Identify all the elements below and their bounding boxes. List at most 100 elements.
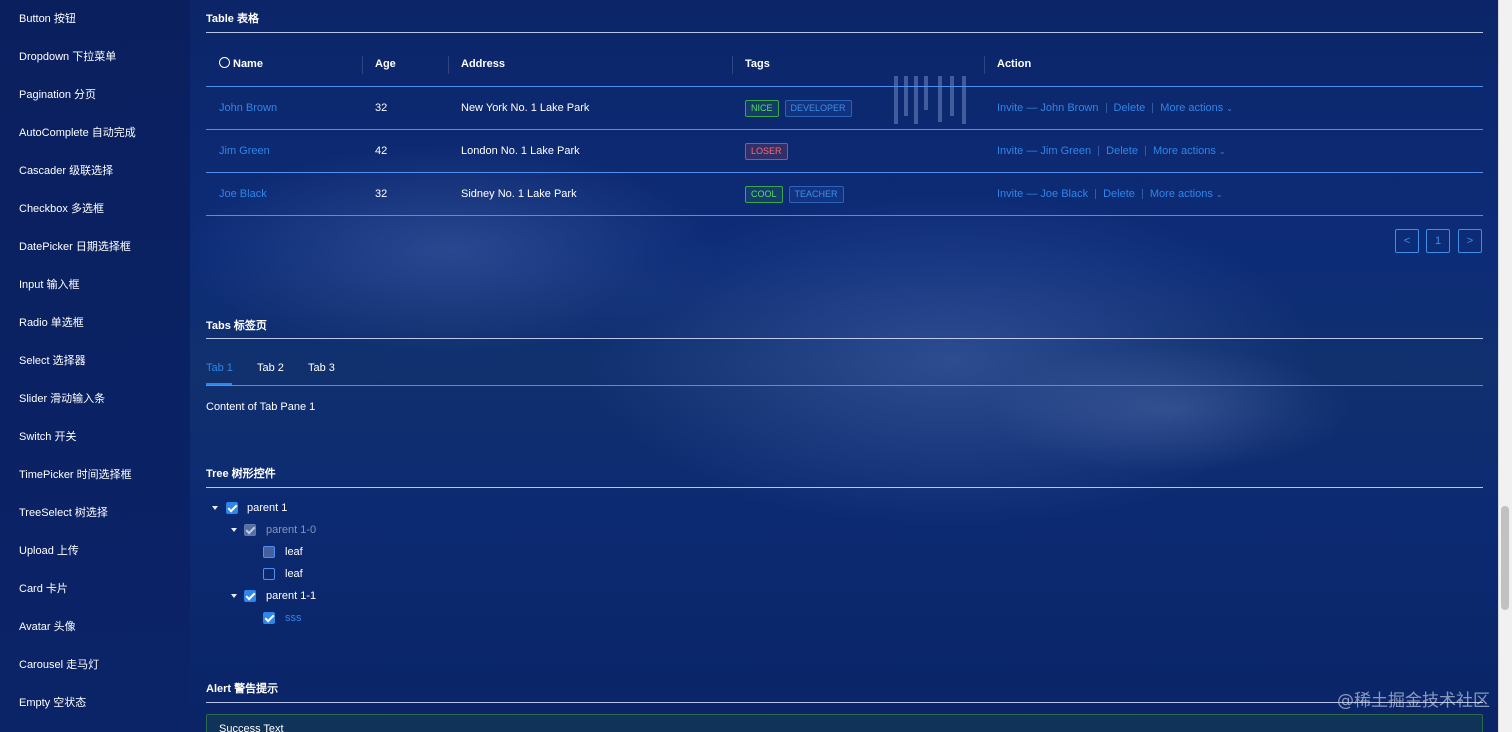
delete-link[interactable]: Delete — [1114, 102, 1146, 114]
pagination-page-1[interactable]: 1 — [1426, 229, 1450, 253]
chevron-down-icon: ⌄ — [1218, 147, 1226, 156]
row-name-link[interactable]: Joe Black — [219, 173, 267, 216]
tree-node-parent-1[interactable]: parent 1 — [212, 498, 352, 518]
tree-node-leaf[interactable]: leaf — [263, 564, 363, 584]
tree-node-parent-1-1[interactable]: parent 1-1 — [231, 586, 371, 606]
alert-section-divider — [206, 702, 1483, 703]
tag-teacher: TEACHER — [788, 185, 844, 203]
main-content: Table 表格 Name Age Address Tags Action Jo… — [190, 0, 1498, 732]
sidebar-item-button[interactable]: Button 按钮 — [0, 0, 190, 38]
tree-checkbox[interactable] — [263, 612, 275, 624]
tab-bar-line — [206, 385, 1483, 386]
row-tags: LOSER — [745, 130, 794, 173]
invite-link[interactable]: Invite — Jim Green — [997, 145, 1091, 157]
caret-down-icon[interactable] — [212, 506, 218, 510]
sidebar-item-datepicker[interactable]: DatePicker 日期选择框 — [0, 228, 190, 266]
tag-cool: COOL — [745, 185, 783, 203]
success-alert: Success Text — [206, 714, 1483, 732]
table-row: Jim Green 42 London No. 1 Lake Park LOSE… — [206, 130, 1483, 173]
sidebar-item-slider[interactable]: Slider 滑动输入条 — [0, 380, 190, 418]
pagination-prev-button[interactable]: < — [1395, 229, 1419, 253]
more-actions-dropdown[interactable]: More actions ⌄ — [1150, 188, 1223, 200]
sidebar-item-empty[interactable]: Empty 空状态 — [0, 684, 190, 722]
sidebar-item-select[interactable]: Select 选择器 — [0, 342, 190, 380]
tree-node-label[interactable]: parent 1 — [247, 498, 287, 518]
row-divider — [206, 215, 1483, 216]
scrollbar-thumb[interactable] — [1501, 506, 1509, 610]
row-actions: Invite — Jim Green Delete More actions ⌄ — [997, 130, 1226, 173]
row-age: 32 — [375, 102, 388, 114]
row-address: New York No. 1 Lake Park — [461, 102, 590, 114]
tag-developer: DEVELOPER — [784, 99, 852, 117]
caret-down-icon[interactable] — [231, 594, 237, 598]
sidebar-item-treeselect[interactable]: TreeSelect 树选择 — [0, 494, 190, 532]
sidebar-item-card[interactable]: Card 卡片 — [0, 570, 190, 608]
tree-checkbox[interactable] — [263, 568, 275, 580]
row-name-link[interactable]: Jim Green — [219, 130, 270, 173]
chevron-down-icon: ⌄ — [1226, 104, 1233, 113]
tab-1[interactable]: Tab 1 — [206, 362, 233, 374]
column-header-action: Action — [997, 58, 1032, 70]
delete-link[interactable]: Delete — [1103, 188, 1135, 200]
column-header-address: Address — [461, 58, 506, 70]
column-separator — [362, 56, 363, 74]
tree-checkbox[interactable] — [244, 590, 256, 602]
pagination-next-button[interactable]: > — [1458, 229, 1482, 253]
sidebar: Button 按钮 Dropdown 下拉菜单 Pagination 分页 Au… — [0, 0, 190, 732]
column-separator — [448, 56, 449, 74]
column-header-age: Age — [375, 58, 396, 70]
chevron-down-icon: ⌄ — [1215, 190, 1223, 199]
alert-section-title: Alert 警告提示 — [206, 683, 279, 695]
sidebar-item-checkbox[interactable]: Checkbox 多选框 — [0, 190, 190, 228]
tree-section-title: Tree 树形控件 — [206, 468, 276, 480]
row-address: London No. 1 Lake Park — [461, 145, 580, 157]
tree-node-leaf[interactable]: leaf — [263, 542, 363, 562]
sidebar-item-pagination[interactable]: Pagination 分页 — [0, 76, 190, 114]
tree-node-label[interactable]: leaf — [285, 542, 303, 562]
sidebar-item-input[interactable]: Input 输入框 — [0, 266, 190, 304]
sidebar-item-dropdown[interactable]: Dropdown 下拉菜单 — [0, 38, 190, 76]
tree-section-divider — [206, 487, 1483, 488]
invite-link[interactable]: Invite — Joe Black — [997, 188, 1088, 200]
sidebar-item-cascader[interactable]: Cascader 级联选择 — [0, 152, 190, 190]
column-header-tags: Tags — [745, 58, 770, 70]
tag-nice: NICE — [745, 99, 779, 117]
sidebar-item-radio[interactable]: Radio 单选框 — [0, 304, 190, 342]
column-header-name[interactable]: Name — [219, 46, 263, 86]
tab-pane-content: Content of Tab Pane 1 — [206, 401, 316, 413]
table-header: Name Age Address Tags Action — [206, 46, 1483, 86]
watermark: @稀土掘金技术社区 — [1337, 691, 1490, 711]
more-actions-dropdown[interactable]: More actions ⌄ — [1153, 145, 1226, 157]
row-tags: NICE DEVELOPER — [745, 87, 858, 130]
tree-checkbox-disabled — [244, 524, 256, 536]
sidebar-item-autocomplete[interactable]: AutoComplete 自动完成 — [0, 114, 190, 152]
column-separator — [732, 56, 733, 74]
tab-2[interactable]: Tab 2 — [257, 362, 284, 374]
success-alert-text: Success Text — [219, 723, 284, 732]
more-actions-dropdown[interactable]: More actions ⌄ — [1160, 102, 1233, 114]
tree-node-label[interactable]: sss — [285, 608, 302, 628]
tree-node-sss[interactable]: sss — [263, 608, 363, 628]
row-actions: Invite — Joe Black Delete More actions ⌄ — [997, 173, 1223, 216]
sidebar-item-timepicker[interactable]: TimePicker 时间选择框 — [0, 456, 190, 494]
page-scrollbar[interactable] — [1498, 0, 1512, 732]
tree-node-parent-1-0[interactable]: parent 1-0 — [231, 520, 371, 540]
delete-link[interactable]: Delete — [1106, 145, 1138, 157]
tree-checkbox[interactable] — [263, 546, 275, 558]
row-tags: COOL TEACHER — [745, 173, 850, 216]
tree-node-label[interactable]: parent 1-1 — [266, 586, 316, 606]
tree-checkbox[interactable] — [226, 502, 238, 514]
column-separator — [984, 56, 985, 74]
row-actions: Invite — John Brown Delete More actions ⌄ — [997, 87, 1233, 130]
sidebar-item-switch[interactable]: Switch 开关 — [0, 418, 190, 456]
row-name-link[interactable]: John Brown — [219, 87, 277, 130]
sidebar-item-upload[interactable]: Upload 上传 — [0, 532, 190, 570]
caret-down-icon[interactable] — [231, 528, 237, 532]
sidebar-item-avatar[interactable]: Avatar 头像 — [0, 608, 190, 646]
tab-3[interactable]: Tab 3 — [308, 362, 335, 374]
tabs-section-divider — [206, 338, 1483, 339]
sidebar-item-carousel[interactable]: Carousel 走马灯 — [0, 646, 190, 684]
tree-node-label[interactable]: leaf — [285, 564, 303, 584]
tabs-section-title: Tabs 标签页 — [206, 320, 267, 332]
invite-link[interactable]: Invite — John Brown — [997, 102, 1099, 114]
